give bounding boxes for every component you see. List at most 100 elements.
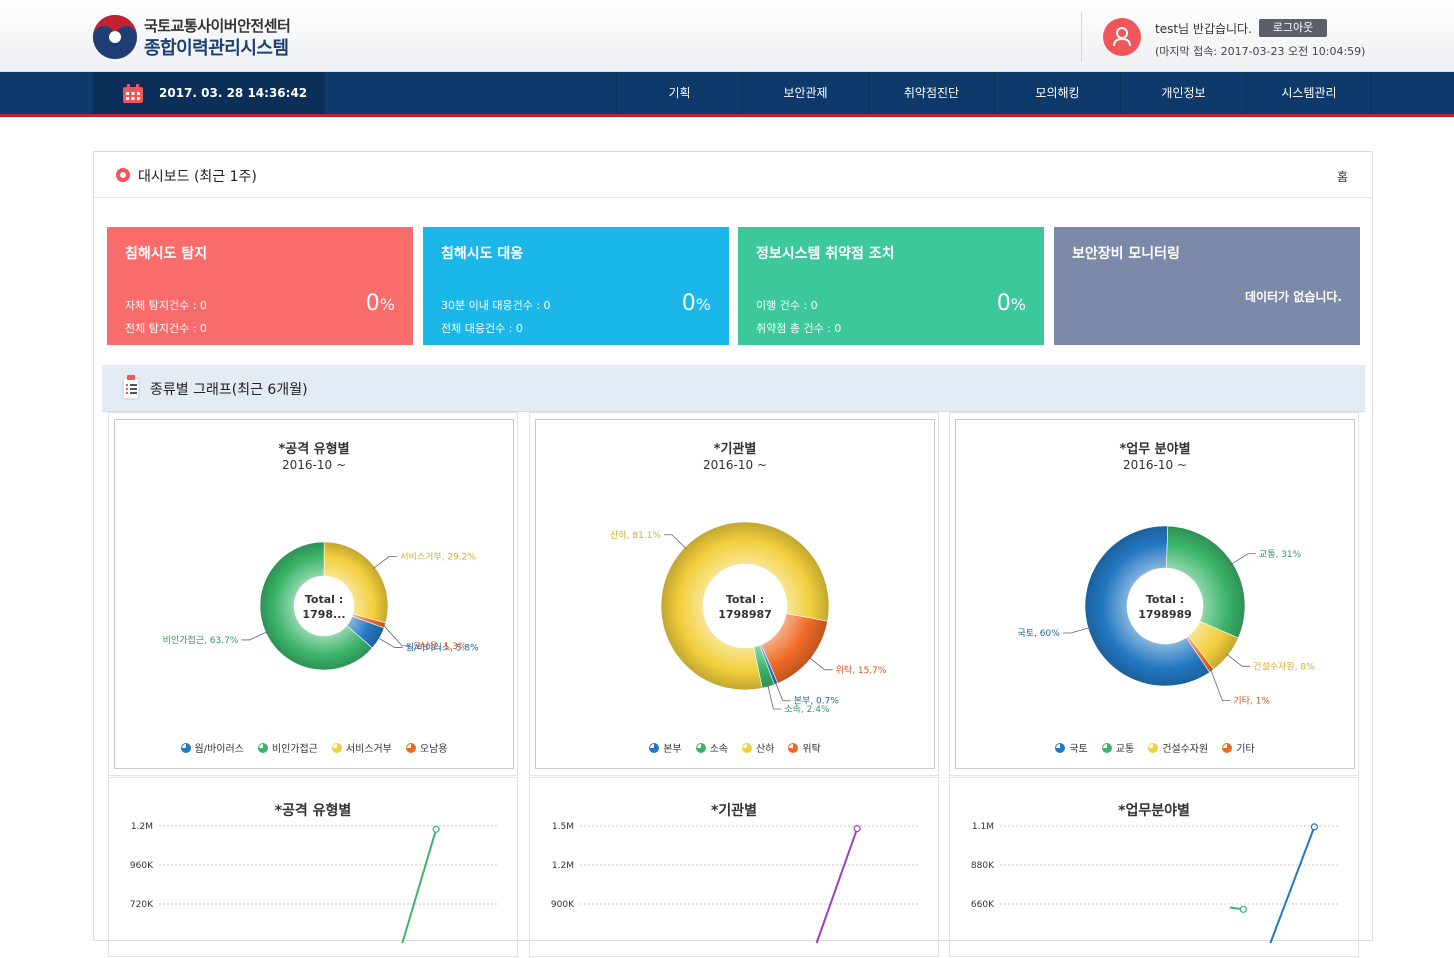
- record-dot-icon: [116, 168, 130, 182]
- label-leader-line: [241, 631, 268, 641]
- legend-label: 비인가접근: [271, 744, 318, 755]
- card-intrusion-response[interactable]: 침해시도 대응 30분 이내 대응건수 : 0 전체 대응건수 : 0 0%: [423, 227, 729, 345]
- legend-item[interactable]: 국토: [1055, 740, 1088, 755]
- slice-label: 오남용, 1.3%: [413, 641, 467, 652]
- card-line-1: 30분 이내 대응건수 : 0: [441, 299, 551, 312]
- legend-swatch: [788, 743, 799, 753]
- slice-label: 서비스거부, 29.2%: [400, 551, 476, 562]
- legend-swatch: [742, 743, 752, 753]
- chart-frame: *업무 분야별 2016-10 ~ 국토, 60% 교통, 31% 건설수자원, 8…: [955, 419, 1355, 769]
- nav-item-system-admin[interactable]: 시스템관리: [1246, 72, 1372, 114]
- legend-item[interactable]: 기타: [1222, 740, 1255, 755]
- legend-label: 웜/바이러스: [194, 744, 244, 755]
- line-svg: 1.2M 960K 720K: [130, 822, 497, 944]
- nav-item-security-monitoring[interactable]: 보안관제: [742, 72, 868, 114]
- y-tick-label: 1.2M: [131, 822, 153, 832]
- legend-item[interactable]: 서비스거부: [331, 740, 392, 755]
- card-percent: 0%: [682, 291, 711, 316]
- dashboard-title: 대시보드 (최근 1주): [138, 169, 257, 185]
- logout-button[interactable]: 로그아웃: [1259, 19, 1327, 37]
- org-name: 국토교통사이버안전센터: [144, 17, 291, 35]
- slice-label: 소속, 2.4%: [784, 704, 830, 715]
- clipboard-list-icon: [122, 375, 140, 400]
- chart-legend: 국토 교통 건설수자원 기타: [956, 740, 1354, 755]
- card-security-device-monitoring[interactable]: 보안장비 모니터링 데이터가 없습니다.: [1054, 227, 1360, 345]
- legend-swatch: [1055, 743, 1066, 753]
- card-line-2: 취약점 총 건수 : 0: [756, 322, 842, 335]
- slice-label: 국토, 60%: [1017, 628, 1060, 639]
- y-tick-label: 1.2M: [552, 861, 574, 871]
- no-data-message: 데이터가 없습니다.: [1244, 290, 1342, 304]
- line-chart-business-area: *업무분야별 1.1M 880K 660K: [949, 777, 1359, 957]
- legend-item[interactable]: 본부: [649, 740, 682, 755]
- percent-value: 0: [681, 291, 696, 316]
- legend-label: 오남용: [419, 744, 448, 755]
- legend-label: 소속: [709, 744, 728, 755]
- label-leader-line: [808, 656, 833, 671]
- label-leader-line: [1062, 627, 1091, 634]
- card-line-2: 전체 대응건수 : 0: [441, 322, 523, 335]
- panel-header: 대시보드 (최근 1주) 홈: [94, 152, 1372, 198]
- series-line: [1269, 826, 1316, 944]
- label-leader-line: [774, 682, 791, 702]
- card-title: 침해시도 탐지: [125, 246, 208, 262]
- header-divider: [1081, 12, 1082, 62]
- legend-swatch: [180, 743, 191, 753]
- legend-swatch: [695, 743, 706, 753]
- card-intrusion-detection[interactable]: 침해시도 탐지 자체 탐지건수 : 0 전체 탐지건수 : 0 0%: [107, 227, 413, 345]
- slice-label: 기타, 1%: [1233, 695, 1270, 706]
- data-point[interactable]: [1310, 823, 1318, 831]
- legend-item[interactable]: 산하: [742, 740, 774, 755]
- main-nav: 2017. 03. 28 14:36:42 기획 보안관제 취약점진단 모의해킹…: [0, 72, 1454, 117]
- legend-item[interactable]: 위탁: [788, 740, 821, 755]
- legend-item[interactable]: 오남용: [405, 740, 448, 755]
- legend-label: 본부: [663, 744, 682, 755]
- legend-label: 위탁: [802, 744, 821, 755]
- data-point[interactable]: [1239, 905, 1247, 913]
- series-line: [815, 828, 859, 944]
- y-tick-label: 960K: [130, 861, 154, 871]
- label-leader-line: [1210, 669, 1231, 701]
- donut-total-label: Total :: [726, 593, 764, 606]
- data-point[interactable]: [853, 824, 861, 833]
- label-leader-line: [1230, 553, 1256, 565]
- data-point[interactable]: [432, 825, 440, 833]
- calendar-icon: [123, 84, 143, 103]
- legend-label: 산하: [756, 744, 775, 755]
- top-header: 국토교통사이버안전센터 종합이력관리시스템 test님 반갑습니다. 로그아웃 …: [0, 0, 1454, 72]
- line-svg: 1.1M 880K 660K: [971, 822, 1338, 944]
- donut-svg: 웜/바이러스, 5.8%비인가접근, 63.7%서비스거부, 29.2%오남용,…: [163, 541, 479, 671]
- legend-item[interactable]: 건설수자원: [1148, 740, 1208, 755]
- label-leader-line: [663, 534, 687, 550]
- donut-total-label: Total :: [305, 593, 343, 606]
- y-tick-label: 900K: [551, 900, 575, 910]
- percent-value: 0: [365, 291, 380, 316]
- card-percent: 0%: [366, 291, 395, 316]
- home-link[interactable]: 홈: [1337, 168, 1348, 185]
- legend-swatch: [1101, 743, 1112, 753]
- legend-label: 국토: [1069, 744, 1088, 755]
- legend-item[interactable]: 비인가접근: [257, 740, 318, 755]
- percent-value: 0: [996, 291, 1011, 316]
- slice-label: 건설수자원, 8%: [1253, 661, 1315, 672]
- percent-unit: %: [1010, 295, 1026, 314]
- legend-item[interactable]: 교통: [1101, 740, 1134, 755]
- government-emblem-logo[interactable]: [92, 14, 138, 60]
- card-percent: 0%: [997, 291, 1026, 316]
- percent-unit: %: [695, 295, 711, 314]
- legend-swatch: [649, 743, 660, 753]
- system-name[interactable]: 종합이력관리시스템: [144, 34, 289, 60]
- legend-item[interactable]: 소속: [695, 740, 728, 755]
- nav-item-penetration-test[interactable]: 모의해킹: [994, 72, 1120, 114]
- chart-legend: 웜/바이러스 비인가접근 서비스거부 오남용: [115, 740, 513, 755]
- donut-total-value: 1798989: [1138, 608, 1192, 621]
- legend-item[interactable]: 웜/바이러스: [180, 740, 244, 755]
- nav-item-planning[interactable]: 기획: [616, 72, 742, 114]
- nav-item-privacy[interactable]: 개인정보: [1120, 72, 1246, 114]
- donut-slice[interactable]: [1166, 525, 1246, 639]
- nav-item-vulnerability-diagnosis[interactable]: 취약점진단: [868, 72, 994, 114]
- donut-chart-business-area: *업무 분야별 2016-10 ~ 국토, 60% 교통, 31% 건설수자원, 8…: [949, 412, 1359, 776]
- card-vulnerability-action[interactable]: 정보시스템 취약점 조치 이행 건수 : 0 취약점 총 건수 : 0 0%: [738, 227, 1044, 345]
- slice-label: 위탁, 15.7%: [836, 664, 887, 676]
- datetime-box: 2017. 03. 28 14:36:42: [93, 72, 325, 114]
